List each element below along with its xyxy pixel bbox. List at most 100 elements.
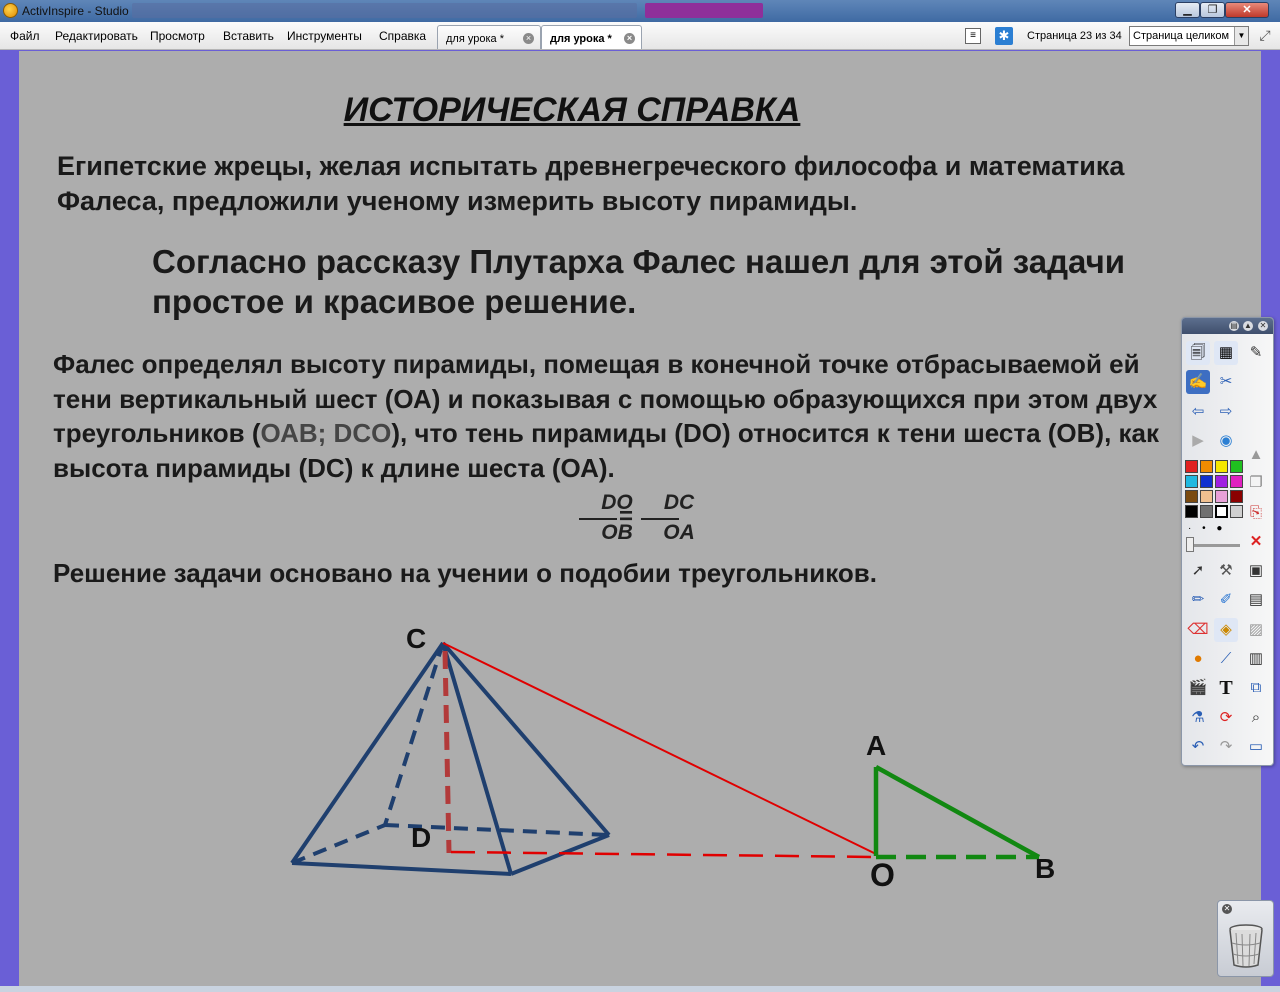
color-swatch[interactable] <box>1215 460 1228 473</box>
menu-bar: Файл Редактировать Просмотр Вставить Инс… <box>0 22 1280 50</box>
menu-edit[interactable]: Редактировать <box>55 29 138 43</box>
spray-icon[interactable]: ⚗ <box>1186 706 1210 730</box>
magic-ink-icon[interactable]: ✂ <box>1214 370 1238 394</box>
globe-icon[interactable]: ◉ <box>1214 429 1238 453</box>
maximize-button[interactable]: ❐ <box>1200 2 1225 18</box>
trash-bin-icon[interactable] <box>1227 923 1265 969</box>
layers-icon[interactable]: ▨ <box>1244 618 1268 642</box>
tools-icon[interactable]: ⚒ <box>1214 559 1238 583</box>
page-notes-icon[interactable]: ≡ <box>965 28 981 44</box>
toolbox-close-icon[interactable]: ✕ <box>1258 321 1268 331</box>
desktop-icon[interactable]: ▭ <box>1244 735 1268 759</box>
dual-user-icon[interactable]: ✱ <box>995 27 1013 45</box>
redo-icon[interactable]: ↷ <box>1214 735 1238 759</box>
color-swatch[interactable] <box>1200 460 1213 473</box>
color-swatch-selected[interactable] <box>1215 505 1228 518</box>
toolbox-header[interactable]: ▤ ▲ ✕ <box>1182 318 1273 334</box>
next-page-icon[interactable]: ⇨ <box>1214 400 1238 424</box>
pen-tool-icon[interactable]: ✎ <box>1244 341 1268 365</box>
previous-page-icon[interactable]: ⇦ <box>1186 400 1210 424</box>
zoom-value: Страница целиком <box>1133 30 1230 42</box>
blurred-title-text <box>132 3 637 18</box>
menu-tools[interactable]: Инструменты <box>287 29 362 43</box>
page-indicator: Страница 23 из 34 <box>1027 30 1122 42</box>
pyramid-edge <box>291 861 512 876</box>
toolbox-menu-icon[interactable]: ▤ <box>1229 321 1239 331</box>
menu-file[interactable]: Файл <box>10 29 40 43</box>
pen-icon[interactable]: ✏ <box>1186 588 1210 612</box>
copy-page-icon[interactable]: ❐ <box>1244 471 1268 495</box>
window-title: ActivInspire - Studio <box>22 4 129 18</box>
color-swatch[interactable] <box>1230 490 1243 503</box>
pyramid-solid-edges <box>290 641 611 876</box>
pyramid-hidden-edge <box>383 642 445 826</box>
color-swatch[interactable] <box>1200 505 1213 518</box>
close-icon[interactable]: ✕ <box>1222 904 1232 914</box>
color-swatch[interactable] <box>1200 475 1213 488</box>
main-toolbox[interactable]: ▤ ▲ ✕ 🗐 ▦ ✎ ✍ ✂ ⇦ ⇨ ▲ ▶ ◉ ❐ ⎘ · • ● ● ✕ … <box>1181 317 1274 766</box>
color-swatch[interactable] <box>1215 475 1228 488</box>
pyramid-edge <box>441 642 513 875</box>
color-swatch[interactable] <box>1230 475 1243 488</box>
shape-icon[interactable]: ● <box>1186 647 1210 671</box>
resource-browser-icon[interactable]: ▦ <box>1214 341 1238 365</box>
close-tab-icon[interactable]: × <box>523 33 534 44</box>
tab-document-2[interactable]: для урока * × <box>541 25 642 49</box>
trash-panel: ✕ <box>1217 900 1274 977</box>
undo-icon[interactable]: ↶ <box>1186 735 1210 759</box>
color-swatch[interactable] <box>1215 490 1228 503</box>
delete-page-icon[interactable]: ⎘ <box>1244 501 1268 525</box>
text-icon[interactable]: T <box>1214 676 1238 700</box>
fullscreen-icon[interactable]: ⤢ <box>1255 27 1275 45</box>
tab-document-1[interactable]: для урока * × <box>437 25 541 49</box>
close-icon[interactable]: ✕ <box>1244 530 1268 554</box>
color-swatch[interactable] <box>1185 490 1198 503</box>
pyramid-edge <box>441 641 611 837</box>
play-icon[interactable]: ▶ <box>1186 429 1210 453</box>
color-swatch[interactable] <box>1185 460 1198 473</box>
color-swatch[interactable] <box>1185 475 1198 488</box>
screenshot-icon[interactable]: ⧉ <box>1244 676 1268 700</box>
ray-ab <box>874 765 1041 859</box>
chevron-down-icon[interactable]: ▼ <box>1234 27 1248 45</box>
select-icon[interactable]: ➚ <box>1186 559 1210 583</box>
connector-icon[interactable]: ⟋ <box>1214 647 1238 671</box>
pole-triangle <box>873 765 1041 860</box>
save-as-icon[interactable]: ▤ <box>1244 588 1268 612</box>
toolbox-collapse-icon[interactable]: ▲ <box>1243 321 1253 331</box>
taskbar-strip <box>0 986 1280 992</box>
clip-icon[interactable]: 🎬 <box>1186 676 1210 700</box>
handwriting-icon[interactable]: ✍ <box>1186 370 1210 394</box>
menu-insert[interactable]: Вставить <box>223 29 274 43</box>
pen-width-selector[interactable]: · • ● ● <box>1188 523 1240 545</box>
tab-label: для урока * <box>446 33 504 45</box>
point-o-label: O <box>870 857 895 893</box>
zoom-select[interactable]: Страница целиком ▼ <box>1129 26 1249 46</box>
fill-icon[interactable]: ◈ <box>1214 618 1238 642</box>
width-slider[interactable] <box>1188 544 1240 547</box>
eraser-icon[interactable]: ⌫ <box>1186 618 1210 642</box>
page-browser-icon[interactable]: 🗐 <box>1186 341 1210 365</box>
highlighter-icon[interactable]: ✐ <box>1214 588 1238 612</box>
menu-view[interactable]: Просмотр <box>150 29 205 43</box>
color-swatch[interactable] <box>1230 505 1243 518</box>
zoom-icon[interactable]: ⌕ <box>1244 706 1268 730</box>
blurred-taskbar-item <box>645 3 763 18</box>
refresh-icon[interactable]: ⟳ <box>1214 706 1238 730</box>
shadow-do-line <box>450 850 877 859</box>
height-dc-line <box>442 650 452 854</box>
pyramid-diagram <box>290 641 1041 876</box>
menu-help[interactable]: Справка <box>379 29 426 43</box>
up-arrow-icon[interactable]: ▲ <box>1244 443 1268 467</box>
close-tab-icon[interactable]: × <box>624 33 635 44</box>
save-icon[interactable]: ▣ <box>1244 559 1268 583</box>
paste-icon[interactable]: ▥ <box>1244 647 1268 671</box>
close-button[interactable]: ✕ <box>1225 2 1269 18</box>
color-swatch[interactable] <box>1230 460 1243 473</box>
width-slider-handle[interactable] <box>1186 537 1194 552</box>
point-b-label: B <box>1035 853 1056 884</box>
color-swatch[interactable] <box>1185 505 1198 518</box>
color-swatch[interactable] <box>1200 490 1213 503</box>
flipchart-canvas[interactable]: ИСТОРИЧЕСКАЯ СПРАВКА Египетские жрецы, ж… <box>19 51 1261 986</box>
minimize-button[interactable]: ▁ <box>1175 2 1200 18</box>
